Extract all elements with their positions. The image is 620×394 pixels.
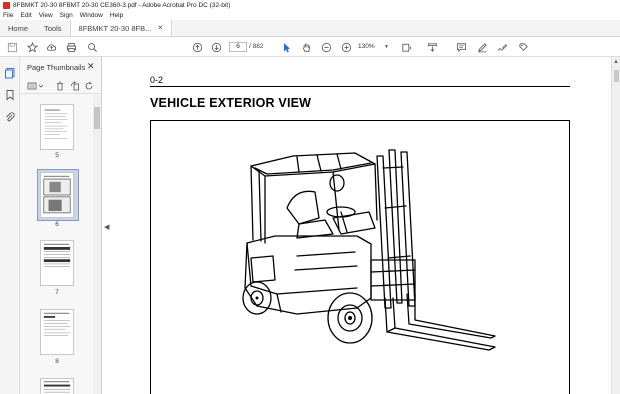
thumbnail-page-preview (43, 381, 71, 393)
panel-scroll-thumb[interactable] (94, 107, 100, 129)
menu-edit[interactable]: Edit (20, 12, 31, 19)
comment-icon[interactable] (455, 41, 467, 53)
menu-view[interactable]: View (39, 12, 53, 19)
header-rule (150, 86, 570, 87)
page-total: / 882 (249, 43, 264, 50)
thumbnail-page[interactable] (40, 378, 74, 394)
upload-cloud-icon[interactable] (45, 41, 57, 53)
rotate-left-icon[interactable] (70, 81, 80, 91)
collapse-panel-icon[interactable]: ◀ (104, 223, 109, 231)
thumbnail-page-preview (43, 312, 71, 336)
thumbnail-page-preview (44, 109, 68, 139)
thumbnail-page-preview (43, 243, 71, 267)
tab-tools[interactable]: Tools (36, 20, 70, 36)
zoom-out-icon[interactable] (320, 41, 332, 53)
page-thumbnails-icon[interactable] (4, 67, 16, 79)
chevron-down-icon: ▼ (384, 44, 389, 50)
thumbnail-page-selected[interactable] (40, 172, 74, 218)
scroll-mode-icon[interactable] (426, 41, 438, 53)
hand-tool-icon[interactable] (300, 41, 312, 53)
print-icon[interactable] (65, 41, 77, 53)
acrobat-logo-icon (3, 1, 10, 9)
panel-title: Page Thumbnails (27, 63, 86, 72)
menu-help[interactable]: Help (110, 12, 123, 19)
rotate-right-icon[interactable] (84, 81, 94, 91)
document-scrollbar[interactable]: ▲ (611, 57, 620, 394)
stamp-tool-icon[interactable] (517, 41, 529, 53)
menu-sign[interactable]: Sign (60, 12, 73, 19)
panel-toolbar (20, 78, 102, 94)
tab-document[interactable]: 8FBMKT 20-30 8FB... ✕ (69, 20, 173, 36)
scroll-up-icon[interactable]: ▲ (613, 59, 619, 65)
toolbar: 6 / 882 130% ▼ (0, 37, 620, 57)
thumbnail-page[interactable] (40, 104, 74, 150)
menu-window[interactable]: Window (80, 12, 103, 19)
panel-scrollbar[interactable] (93, 95, 101, 394)
forklift-illustration (242, 149, 496, 351)
thumbnail-page-preview (43, 175, 71, 214)
thumbnail-label: 8 (55, 358, 59, 365)
options-chevron-icon[interactable] (38, 81, 44, 91)
thumbnail-label: 6 (55, 221, 59, 228)
zoom-level-select[interactable]: 130% ▼ (358, 42, 392, 52)
sign-icon[interactable] (496, 41, 508, 53)
document-scroll-thumb[interactable] (614, 70, 619, 82)
attachment-paperclip-icon[interactable] (4, 111, 16, 123)
star-icon[interactable] (26, 41, 38, 53)
thumbnail-page[interactable] (40, 240, 74, 286)
close-panel-icon[interactable]: ✕ (87, 61, 95, 72)
zoom-search-icon[interactable] (86, 41, 98, 53)
thumbnail-options-icon[interactable] (27, 81, 37, 91)
next-page-icon[interactable] (210, 41, 222, 53)
menu-file[interactable]: File (3, 12, 13, 19)
bookmark-icon[interactable] (4, 89, 16, 101)
zoom-in-icon[interactable] (340, 41, 352, 53)
page-number-input[interactable]: 6 (229, 42, 247, 52)
save-icon[interactable] (6, 41, 18, 53)
previous-page-icon[interactable] (191, 41, 203, 53)
tab-document-label: 8FBMKT 20-30 8FB... (78, 23, 152, 33)
tab-bar: Home Tools 8FBMKT 20-30 8FB... ✕ (0, 20, 620, 37)
title-bar: 8FBMKT 20-30 8FBMT 20-30 CE360-3.pdf - A… (0, 0, 620, 10)
menu-bar: File Edit View Sign Window Help (0, 10, 620, 20)
thumbnail-label: 5 (55, 152, 59, 159)
highlight-pen-icon[interactable] (476, 41, 488, 53)
tab-home[interactable]: Home (0, 20, 36, 36)
thumbnail-page[interactable] (40, 309, 74, 355)
left-navigation-rail (0, 57, 20, 394)
page-fit-icon[interactable] (400, 41, 412, 53)
window-title: 8FBMKT 20-30 8FBMT 20-30 CE360-3.pdf - A… (13, 1, 231, 9)
delete-page-icon[interactable] (55, 81, 65, 91)
select-cursor-icon[interactable] (280, 41, 292, 53)
thumbnail-label: 7 (55, 289, 59, 296)
zoom-level-value: 130% (358, 43, 375, 50)
close-tab-icon[interactable]: ✕ (157, 24, 163, 32)
page-heading: VEHICLE EXTERIOR VIEW (150, 96, 312, 110)
section-number: 0-2 (150, 75, 164, 85)
